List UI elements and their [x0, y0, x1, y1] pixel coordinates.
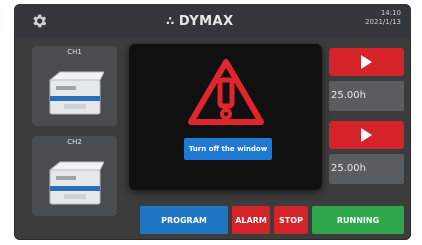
curing-device-image [48, 71, 104, 115]
curing-device-image [48, 161, 104, 205]
clock-date: 2021/1/13 [365, 18, 401, 26]
running-button[interactable]: RUNNING [312, 206, 404, 234]
close-window-button[interactable]: Turn off the window [184, 138, 272, 160]
dymax-logo-mark: ∴ [166, 14, 175, 28]
channel-2-card[interactable]: CH2 [32, 136, 117, 216]
channel-1-play-button[interactable] [329, 48, 404, 76]
channel-1-card[interactable]: CH1 [32, 46, 117, 126]
stop-button[interactable]: STOP [274, 206, 308, 234]
gear-icon[interactable] [30, 12, 48, 30]
alarm-button[interactable]: ALARM [232, 206, 270, 234]
program-button[interactable]: PROGRAM [140, 206, 228, 234]
brand-name: DYMAX [178, 13, 234, 29]
channel-1-time: 25.00h [329, 81, 404, 111]
channel-2-play-button[interactable] [329, 121, 404, 149]
warning-dialog: Turn off the window [129, 44, 322, 190]
warning-icon [188, 59, 264, 125]
dymax-logo: ∴ DYMAX [166, 13, 234, 29]
clock-time: 14:10 [380, 9, 401, 17]
channel-2-time: 25.00h [329, 154, 404, 184]
top-bar: ∴ DYMAX 14:10 2021/1/13 [14, 4, 411, 38]
channel-1-label: CH1 [67, 48, 82, 56]
channel-2-label: CH2 [67, 138, 82, 146]
play-icon [361, 55, 372, 69]
play-icon [361, 128, 372, 142]
hmi-screen: ∴ DYMAX 14:10 2021/1/13 CH1 CH2 25.00h 2… [14, 4, 411, 240]
clock: 14:10 2021/1/13 [365, 9, 401, 27]
